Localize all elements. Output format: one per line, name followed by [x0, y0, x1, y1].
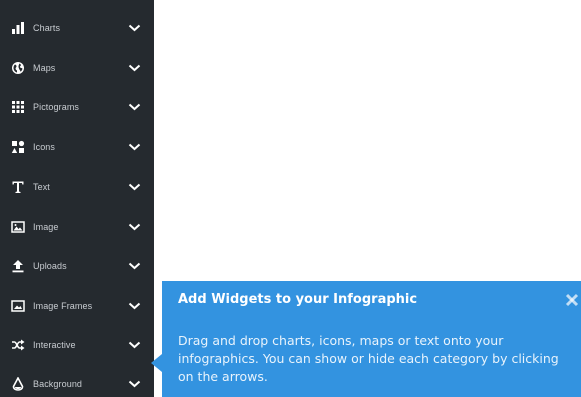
image-icon — [11, 220, 25, 234]
sidebar-item-pictograms[interactable]: Pictograms — [0, 87, 154, 126]
onboarding-tooltip: Add Widgets to your Infographic Drag and… — [162, 281, 581, 397]
app-root: Charts Maps Pictograms Icons Text Image … — [0, 0, 581, 397]
chevron-down-icon[interactable] — [127, 259, 141, 273]
tooltip-body: Drag and drop charts, icons, maps or tex… — [178, 333, 559, 384]
sidebar-item-image-frames[interactable]: Image Frames — [0, 286, 154, 325]
shapes-icon — [11, 140, 25, 154]
sidebar-item-label: Image — [33, 221, 59, 232]
bar-chart-icon — [11, 21, 25, 35]
sidebar-item-text[interactable]: Text — [0, 167, 154, 206]
chevron-down-icon[interactable] — [127, 220, 141, 234]
sidebar-item-interactive[interactable]: Interactive — [0, 325, 154, 364]
grid-icon — [11, 100, 25, 114]
sidebar-item-uploads[interactable]: Uploads — [0, 246, 154, 285]
image-frame-icon — [11, 299, 25, 313]
sidebar-item-background[interactable]: Background — [0, 364, 154, 397]
chevron-down-icon[interactable] — [127, 21, 141, 35]
sidebar-item-label: Icons — [33, 141, 56, 152]
tooltip-arrow — [151, 354, 162, 372]
chevron-down-icon[interactable] — [127, 180, 141, 194]
sidebar-item-label: Maps — [33, 62, 56, 73]
upload-icon — [11, 259, 25, 273]
sidebar-item-label: Uploads — [33, 260, 67, 271]
chevron-down-icon[interactable] — [127, 338, 141, 352]
widget-sidebar: Charts Maps Pictograms Icons Text Image … — [0, 0, 154, 397]
sidebar-item-image[interactable]: Image — [0, 207, 154, 246]
sidebar-item-label: Background — [33, 378, 83, 389]
text-icon — [11, 180, 25, 194]
sidebar-item-label: Image Frames — [33, 300, 93, 311]
sidebar-item-label: Interactive — [33, 339, 76, 350]
sidebar-item-charts[interactable]: Charts — [0, 8, 154, 47]
sidebar-item-label: Pictograms — [33, 101, 80, 112]
shuffle-icon — [11, 338, 25, 352]
chevron-down-icon[interactable] — [127, 299, 141, 313]
sidebar-item-label: Charts — [33, 22, 61, 33]
chevron-down-icon[interactable] — [127, 100, 141, 114]
close-icon[interactable] — [563, 291, 581, 309]
chevron-down-icon[interactable] — [127, 61, 141, 75]
globe-icon — [11, 61, 25, 75]
chevron-down-icon[interactable] — [127, 140, 141, 154]
sidebar-item-icons[interactable]: Icons — [0, 127, 154, 166]
sidebar-item-label: Text — [33, 181, 50, 192]
paint-bucket-icon — [11, 376, 25, 391]
tooltip-title: Add Widgets to your Infographic — [178, 292, 418, 307]
chevron-down-icon[interactable] — [127, 377, 141, 391]
sidebar-item-maps[interactable]: Maps — [0, 48, 154, 87]
